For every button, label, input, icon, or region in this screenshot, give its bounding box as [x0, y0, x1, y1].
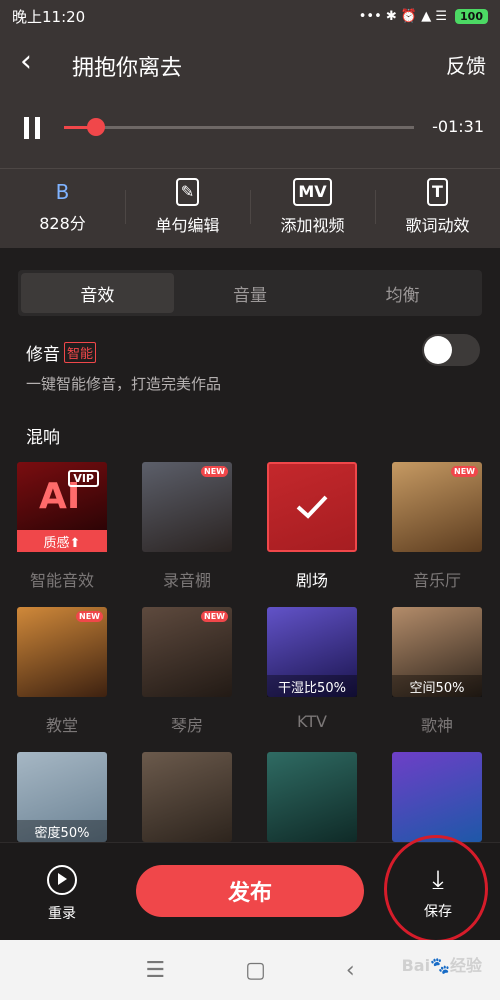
add-video-label: 添加视频 — [280, 216, 345, 235]
menu-icon[interactable]: ☰ — [145, 958, 165, 983]
effect-label: 音乐厅 — [412, 571, 461, 590]
progress-slider[interactable] — [64, 118, 414, 136]
new-badge: NEW — [76, 611, 103, 622]
lyric-effect-icon: T — [427, 178, 448, 206]
effect-thumbnail — [392, 752, 482, 842]
status-time: 晚上11:20 — [12, 7, 86, 26]
signal-wifi-icons: ••• ✱ ⏰ ▲ ☰ — [358, 8, 448, 24]
effect-label: KTV — [297, 712, 327, 731]
status-icons: ••• ✱ ⏰ ▲ ☰ 100 — [358, 8, 488, 24]
reverb-grid: AI VIP 质感⬆ 智能音效 NEW 录音棚 剧场 NEW 音乐厅 NEW 教堂 NEW 琴房 干湿比5… — [0, 462, 500, 842]
effect-label: 教堂 — [45, 716, 78, 735]
tab-volume[interactable]: 音量 — [174, 273, 327, 313]
effect-tile[interactable] — [267, 462, 357, 552]
effect-tile[interactable]: NEW — [142, 462, 232, 552]
reverb-heading: 混响 — [26, 428, 60, 448]
divider — [0, 168, 500, 169]
effect-tile[interactable]: NEW — [17, 607, 107, 697]
lyric-effect-label: 歌词动效 — [405, 216, 470, 235]
tab-equalizer[interactable]: 均衡 — [326, 273, 479, 313]
effect-tile[interactable]: NEW — [392, 462, 482, 552]
tune-title: 修音 — [26, 345, 60, 365]
feedback-button[interactable]: 反馈 — [446, 50, 486, 79]
effect-tile[interactable]: NEW — [142, 607, 232, 697]
checkmark-icon — [296, 495, 328, 519]
song-title: 拥抱你离去 — [72, 56, 183, 81]
effect-tabs: 音效 音量 均衡 — [18, 270, 482, 316]
tune-toggle[interactable] — [422, 334, 480, 366]
score-button[interactable]: B 828分 — [0, 172, 125, 242]
effect-tag: 空间50% — [392, 675, 482, 697]
header-panel: ‹ 拥抱你离去 反馈 -01:31 B 828分 ✎ 单句编辑 MV 添加视频 … — [0, 32, 500, 248]
publish-button[interactable]: 发布 — [136, 865, 364, 917]
rerecord-button[interactable]: 重录 — [38, 865, 86, 923]
battery-icon: 100 — [455, 8, 488, 24]
rerecord-label: 重录 — [48, 906, 76, 922]
pause-icon[interactable] — [24, 117, 42, 139]
mv-icon: MV — [293, 178, 332, 206]
home-icon[interactable]: ▢ — [245, 958, 266, 983]
effect-thumbnail — [142, 752, 232, 842]
effect-tile[interactable]: AI VIP 质感⬆ — [17, 462, 107, 552]
red-circle-annotation — [384, 835, 488, 943]
effect-label: 琴房 — [170, 716, 203, 735]
score-icon: B — [55, 180, 70, 204]
tab-sound-effect[interactable]: 音效 — [21, 273, 174, 313]
lyric-effect-button[interactable]: T 歌词动效 — [375, 172, 500, 242]
line-edit-label: 单句编辑 — [155, 216, 220, 235]
back-arrow-icon[interactable]: ‹ — [20, 47, 32, 77]
tune-heading: 修音 智能 — [26, 340, 97, 365]
tool-row: B 828分 ✎ 单句编辑 MV 添加视频 T 歌词动效 — [0, 172, 500, 242]
add-video-button[interactable]: MV 添加视频 — [250, 172, 375, 242]
effect-label: 智能音效 — [29, 571, 94, 590]
time-remaining: -01:31 — [432, 117, 484, 136]
effect-tile[interactable] — [267, 752, 357, 842]
back-nav-icon[interactable]: ‹ — [346, 958, 355, 983]
effect-label: 歌神 — [420, 716, 453, 735]
effect-label: 录音棚 — [162, 571, 211, 590]
effect-tile[interactable]: 密度50% — [17, 752, 107, 842]
smart-badge: 智能 — [64, 342, 97, 363]
toggle-knob — [424, 336, 452, 364]
tune-description: 一键智能修音，打造完美作品 — [26, 375, 222, 393]
slider-thumb[interactable] — [86, 118, 105, 136]
effect-label: 剧场 — [295, 571, 328, 590]
effect-tag: 质感⬆ — [17, 530, 107, 552]
effect-tile[interactable]: 干湿比50% — [267, 607, 357, 697]
status-bar: 晚上11:20 ••• ✱ ⏰ ▲ ☰ 100 — [0, 0, 500, 32]
effect-thumbnail — [267, 752, 357, 842]
line-edit-button[interactable]: ✎ 单句编辑 — [125, 172, 250, 242]
rerecord-icon — [47, 865, 77, 895]
effect-tile[interactable] — [392, 752, 482, 842]
new-badge: NEW — [201, 466, 228, 477]
edit-icon: ✎ — [175, 178, 200, 206]
new-badge: NEW — [201, 611, 228, 622]
score-label: 828分 — [39, 214, 86, 233]
effect-tag: 密度50% — [17, 820, 107, 842]
vip-badge: VIP — [68, 470, 99, 487]
effect-tile[interactable]: 空间50% — [392, 607, 482, 697]
watermark-logo: Bai🐾经验 — [401, 956, 482, 975]
effect-tile[interactable] — [142, 752, 232, 842]
new-badge: NEW — [451, 466, 478, 477]
effect-tag: 干湿比50% — [267, 675, 357, 697]
